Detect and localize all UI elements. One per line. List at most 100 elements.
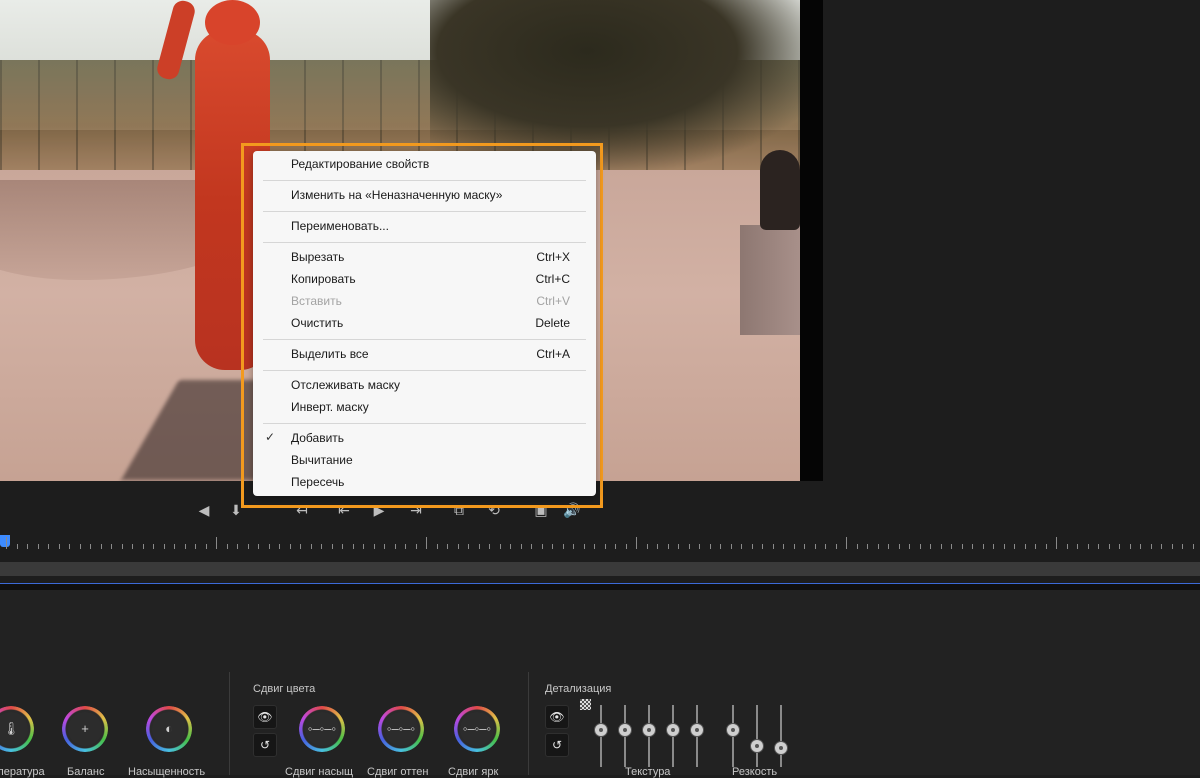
ruler-tick: [920, 544, 921, 549]
knob-dot: [779, 746, 783, 750]
ruler-tick: [1172, 544, 1173, 549]
menu-item-intersect[interactable]: Пересечь: [253, 471, 596, 493]
saturation-shift-wheel[interactable]: ◦–◦–◦: [299, 706, 345, 752]
ruler-tick: [804, 544, 805, 549]
menu-separator: [263, 423, 586, 424]
ruler-tick: [1025, 544, 1026, 549]
ruler-tick: [290, 544, 291, 549]
ruler-tick: [857, 544, 858, 549]
eye-icon[interactable]: 👁: [253, 705, 277, 729]
ruler-tick: [941, 544, 942, 549]
detail-slider-knob[interactable]: [642, 723, 656, 737]
sharpness-label: Резкость: [732, 766, 778, 778]
balance-wheel[interactable]: +: [62, 706, 108, 752]
knob-dot: [755, 744, 759, 748]
menu-item-clear[interactable]: Очистить Delete: [253, 312, 596, 334]
eye-icon[interactable]: 👁: [545, 705, 569, 729]
detail-slider-knob[interactable]: [594, 723, 608, 737]
ruler-tick: [1130, 544, 1131, 549]
ruler-tick: [90, 544, 91, 549]
luma-shift-wheel[interactable]: ◦–◦–◦: [454, 706, 500, 752]
ruler-tick: [164, 544, 165, 549]
detail-slider-knob[interactable]: [726, 723, 740, 737]
ruler-tick: [531, 544, 532, 549]
ruler-tick: [437, 544, 438, 549]
menu-item-invert-mask[interactable]: Инверт. маску: [253, 396, 596, 418]
ruler-tick: [605, 544, 606, 549]
reset-icon[interactable]: ↺: [545, 733, 569, 757]
ruler-tick: [122, 544, 123, 549]
ruler-tick: [741, 544, 742, 549]
ruler-tick: [563, 544, 564, 549]
menu-item-subtract[interactable]: Вычитание: [253, 449, 596, 471]
menu-item-copy[interactable]: Копировать Ctrl+C: [253, 268, 596, 290]
ruler-tick: [405, 544, 406, 549]
side-panel: [823, 0, 1200, 481]
shift-slider-icon: ◦–◦–◦: [384, 712, 418, 746]
video-letterbox: [800, 0, 823, 481]
color-shift-title: Сдвиг цвета: [253, 683, 316, 695]
ruler-tick: [951, 544, 952, 549]
menu-item-rename[interactable]: Переименовать...: [253, 215, 596, 237]
ruler-tick: [899, 544, 900, 549]
detail-slider-knob[interactable]: [618, 723, 632, 737]
ruler-tick: [867, 544, 868, 549]
shift-slider-icon: ◦–◦–◦: [305, 712, 339, 746]
ruler-tick: [447, 544, 448, 549]
ruler-tick: [647, 544, 648, 549]
ruler-tick: [237, 544, 238, 549]
menu-item-track-mask[interactable]: Отслеживать маску: [253, 374, 596, 396]
reset-icon[interactable]: ↺: [253, 733, 277, 757]
ruler-tick: [185, 544, 186, 549]
ruler-tick: [1056, 537, 1057, 549]
saturation-shift-label: Сдвиг насыщ: [285, 766, 354, 778]
ruler-tick: [815, 544, 816, 549]
detail-slider-knob[interactable]: [774, 741, 788, 755]
ruler-tick: [332, 544, 333, 549]
timeline-track[interactable]: [0, 562, 1200, 576]
ruler-tick: [101, 544, 102, 549]
menu-item-add[interactable]: ✓ Добавить: [253, 427, 596, 449]
ruler-tick: [500, 544, 501, 549]
ruler-tick: [1098, 544, 1099, 549]
menu-item-cut[interactable]: Вырезать Ctrl+X: [253, 246, 596, 268]
detail-title: Детализация: [545, 683, 612, 695]
ruler-tick: [311, 544, 312, 549]
detail-slider-knob[interactable]: [666, 723, 680, 737]
ruler-tick: [153, 544, 154, 549]
ruler-tick: [48, 544, 49, 549]
ruler-tick: [689, 544, 690, 549]
detail-slider-track[interactable]: [780, 705, 782, 767]
ruler-tick: [38, 544, 39, 549]
ruler-tick: [321, 544, 322, 549]
mark-in-icon[interactable]: ◀: [195, 501, 213, 519]
playhead[interactable]: [0, 535, 10, 547]
detail-slider-knob[interactable]: [690, 723, 704, 737]
ruler-tick: [1067, 544, 1068, 549]
menu-item-edit-properties[interactable]: Редактирование свойств: [253, 153, 596, 175]
detail-slider-track[interactable]: [756, 705, 758, 767]
context-menu: Редактирование свойств Изменить на «Нена…: [253, 151, 596, 496]
ruler-tick: [17, 544, 18, 549]
detail-slider-knob[interactable]: [750, 739, 764, 753]
hue-shift-wheel[interactable]: ◦–◦–◦: [378, 706, 424, 752]
timeline-ruler[interactable]: [0, 531, 1200, 561]
menu-item-change-to-unassigned-mask[interactable]: Изменить на «Неназначенную маску»: [253, 184, 596, 206]
menu-item-paste: Вставить Ctrl+V: [291, 294, 570, 308]
ruler-tick: [6, 537, 7, 549]
saturation-wheel[interactable]: ◐: [146, 706, 192, 752]
ruler-tick: [594, 544, 595, 549]
menu-item-select-all[interactable]: Выделить все Ctrl+A: [253, 343, 596, 365]
ruler-tick: [111, 544, 112, 549]
saturation-icon: ◐: [152, 712, 186, 746]
shift-slider-icon: ◦–◦–◦: [460, 712, 494, 746]
ruler-tick: [1035, 544, 1036, 549]
ruler-tick: [1119, 544, 1120, 549]
ruler-tick: [584, 544, 585, 549]
ruler-tick: [80, 544, 81, 549]
ruler-tick: [731, 544, 732, 549]
ruler-tick: [1109, 544, 1110, 549]
panel-separator: [229, 672, 230, 775]
hue-shift-label: Сдвиг оттен: [367, 766, 429, 778]
ruler-tick: [416, 544, 417, 549]
